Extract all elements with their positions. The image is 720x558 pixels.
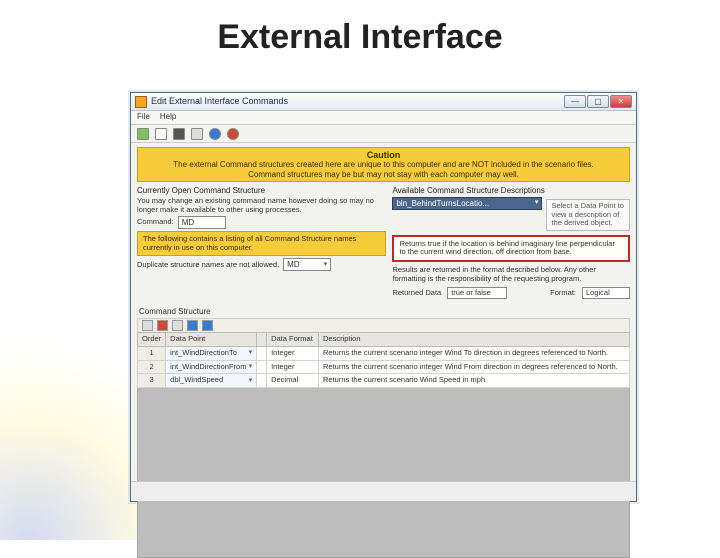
- grid-empty-area: [137, 388, 630, 558]
- result-note: Results are returned in the format descr…: [392, 266, 630, 283]
- description-detail: Returns true if the location is behind i…: [392, 235, 630, 262]
- datapoint-text: dbl_WindSpeed: [170, 376, 223, 385]
- caution-header: Caution: [144, 150, 623, 160]
- format-value: Logical: [582, 287, 630, 299]
- grid-movedown-icon[interactable]: [202, 320, 213, 331]
- chevron-down-icon: ▾: [324, 261, 328, 269]
- right-panel: Available Command Structure Descriptions…: [392, 186, 630, 300]
- structure-list-value: MD: [287, 260, 299, 269]
- caution-banner: Caution The external Command structures …: [137, 147, 630, 182]
- status-bar: [131, 481, 636, 501]
- close-button[interactable]: ✕: [610, 95, 632, 108]
- datapoint-cell[interactable]: int_WindDirectionTo ▾: [170, 349, 252, 358]
- caution-line2: Command structures may be but may not st…: [144, 170, 623, 179]
- left-note: You may change an existing command name …: [137, 197, 386, 214]
- table-row[interactable]: 3 dbl_WindSpeed ▾ Decimal Returns the cur…: [138, 374, 630, 388]
- row-num: 3: [138, 374, 166, 388]
- chevron-down-icon: ▾: [249, 377, 253, 385]
- grid-moveup-icon[interactable]: [187, 320, 198, 331]
- grid-delete-icon[interactable]: [157, 320, 168, 331]
- datapoint-cell[interactable]: int_WindDirectionFrom▾: [170, 363, 252, 372]
- window-title: Edit External Interface Commands: [151, 96, 564, 106]
- datapoint-cell[interactable]: dbl_WindSpeed ▾: [170, 376, 252, 385]
- structure-list-combo[interactable]: MD ▾: [283, 258, 331, 271]
- col-order[interactable]: Order: [138, 333, 166, 347]
- duplicate-note: Duplicate structure names are not allowe…: [137, 261, 279, 270]
- data-grid[interactable]: Order Data Point Data Format Description…: [137, 332, 630, 388]
- stop-icon[interactable]: [227, 128, 239, 140]
- toolbar: [131, 125, 636, 143]
- description-combo-value: bln_BehindTurnsLocatio...: [396, 199, 489, 208]
- grid-copy-icon[interactable]: [172, 320, 183, 331]
- slide-title: External Interface: [0, 18, 720, 57]
- command-label: Command:: [137, 218, 174, 227]
- chevron-down-icon: ▾: [249, 349, 253, 357]
- left-header: Currently Open Command Structure: [137, 186, 386, 195]
- returned-data-value: true or false: [447, 287, 507, 299]
- row-num: 2: [138, 360, 166, 374]
- description-combo[interactable]: bln_BehindTurnsLocatio... ▾: [392, 197, 542, 210]
- titlebar: Edit External Interface Commands — ▢ ✕: [131, 93, 636, 111]
- chevron-down-icon: ▾: [249, 363, 253, 371]
- maximize-button[interactable]: ▢: [587, 95, 609, 108]
- minimize-button[interactable]: —: [564, 95, 586, 108]
- desc-cell: Returns the current scenario integer Win…: [318, 360, 629, 374]
- structure-list-text: The following contains a listing of all …: [143, 234, 356, 252]
- format-cell: Integer: [267, 360, 319, 374]
- format-cell: Integer: [267, 347, 319, 361]
- save-icon[interactable]: [173, 128, 185, 140]
- table-row[interactable]: 1 int_WindDirectionTo ▾ Integer Returns t…: [138, 347, 630, 361]
- app-window: Edit External Interface Commands — ▢ ✕ F…: [130, 92, 637, 502]
- col-description[interactable]: Description: [318, 333, 629, 347]
- row-num: 1: [138, 347, 166, 361]
- grid-toolbar: [137, 318, 630, 332]
- format-label: Format:: [550, 289, 576, 298]
- description-hint: Select a Data Point to view a descriptio…: [546, 199, 630, 231]
- right-header: Available Command Structure Descriptions: [392, 186, 630, 195]
- left-panel: Currently Open Command Structure You may…: [137, 186, 386, 300]
- globe-icon[interactable]: [209, 128, 221, 140]
- returned-data-label: Returned Data: [392, 289, 441, 298]
- app-icon: [135, 96, 147, 108]
- grid-label: Command Structure: [139, 307, 630, 316]
- table-row[interactable]: 2 int_WindDirectionFrom▾ Integer Returns…: [138, 360, 630, 374]
- grid-section: Command Structure Order Data Point Data …: [137, 307, 630, 558]
- new-icon[interactable]: [137, 128, 149, 140]
- datapoint-text: int_WindDirectionFrom: [170, 363, 246, 372]
- structure-list-note: The following contains a listing of all …: [137, 231, 386, 256]
- menu-help[interactable]: Help: [160, 112, 176, 123]
- print-icon[interactable]: [191, 128, 203, 140]
- caution-line1: The external Command structures created …: [144, 160, 623, 169]
- menubar: File Help: [131, 111, 636, 125]
- desc-cell: Returns the current scenario Wind Speed …: [318, 374, 629, 388]
- open-icon[interactable]: [155, 128, 167, 140]
- command-input[interactable]: MD: [178, 216, 226, 229]
- datapoint-text: int_WindDirectionTo: [170, 349, 237, 358]
- menu-file[interactable]: File: [137, 112, 150, 123]
- format-cell: Decimal: [267, 374, 319, 388]
- chevron-down-icon: ▾: [535, 199, 539, 207]
- command-value: MD: [182, 218, 194, 227]
- col-datapoint[interactable]: Data Point: [166, 333, 257, 347]
- desc-cell: Returns the current scenario integer Win…: [318, 347, 629, 361]
- grid-add-icon[interactable]: [142, 320, 153, 331]
- col-dataformat[interactable]: Data Format: [267, 333, 319, 347]
